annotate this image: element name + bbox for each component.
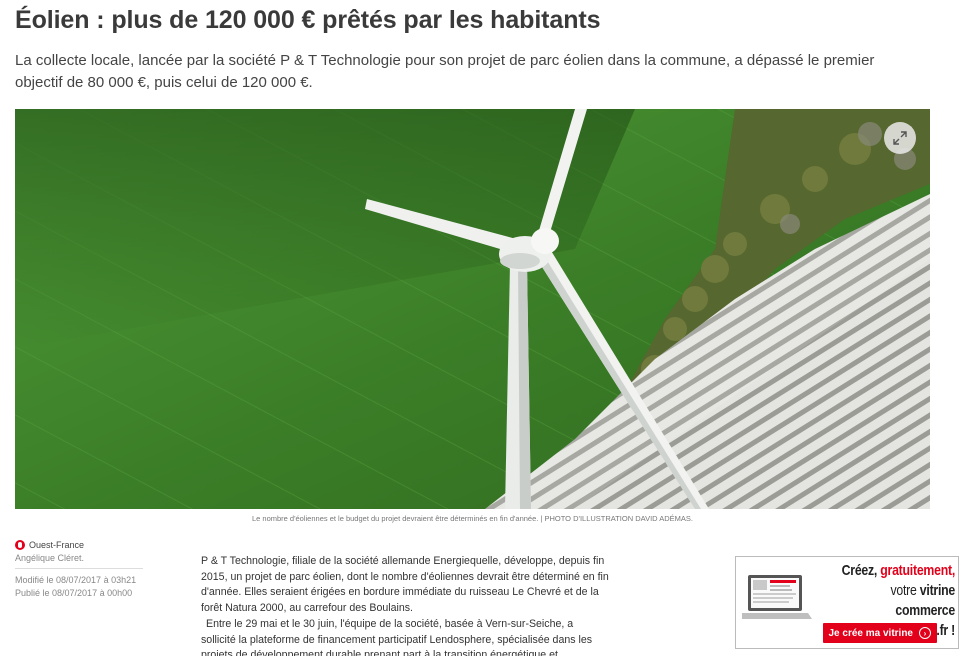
ad-cta-button[interactable]: Je crée ma vitrine › xyxy=(822,623,937,643)
ad-line2-prefix: votre xyxy=(890,582,920,599)
published-date: Publié le 08/07/2017 à 00h00 xyxy=(15,588,133,598)
photo-caption: Le nombre d'éoliennes et le budget du pr… xyxy=(251,514,694,523)
ad-vitrine-banner[interactable]: Créez, gratuitement, votre vitrine comme… xyxy=(735,556,959,649)
expand-icon xyxy=(893,131,907,145)
article-body: P & T Technologie, filiale de la société… xyxy=(201,554,609,656)
modified-date: Modifié le 08/07/2017 à 03h21 xyxy=(15,575,137,585)
source[interactable]: Ouest-France xyxy=(15,540,145,550)
expand-image-button[interactable] xyxy=(884,122,916,154)
article-standfirst: La collecte locale, lancée par la sociét… xyxy=(15,52,875,91)
article-headline: Éolien : plus de 120 000 € prêtés par le… xyxy=(15,6,601,34)
ad-cta-label: Je crée ma vitrine xyxy=(828,627,914,639)
chevron-right-icon: › xyxy=(919,627,931,639)
laptop-illustration xyxy=(742,575,812,619)
article-meta: Ouest-France Angélique Cléret. Modifié l… xyxy=(15,540,145,600)
source-name[interactable]: Ouest-France xyxy=(29,540,84,550)
meta-divider xyxy=(15,568,143,569)
author: Angélique Cléret. xyxy=(15,553,85,563)
body-paragraph: Entre le 29 mai et le 30 juin, l'équipe … xyxy=(201,617,593,656)
article-photo[interactable] xyxy=(15,109,930,509)
ouest-france-logo-icon xyxy=(15,540,25,550)
body-paragraph: P & T Technologie, filiale de la société… xyxy=(201,555,609,615)
ad-line1: Créez, xyxy=(841,562,881,579)
ad-line1-highlight: gratuitement, xyxy=(880,562,955,579)
wind-turbine-photo xyxy=(15,109,930,509)
